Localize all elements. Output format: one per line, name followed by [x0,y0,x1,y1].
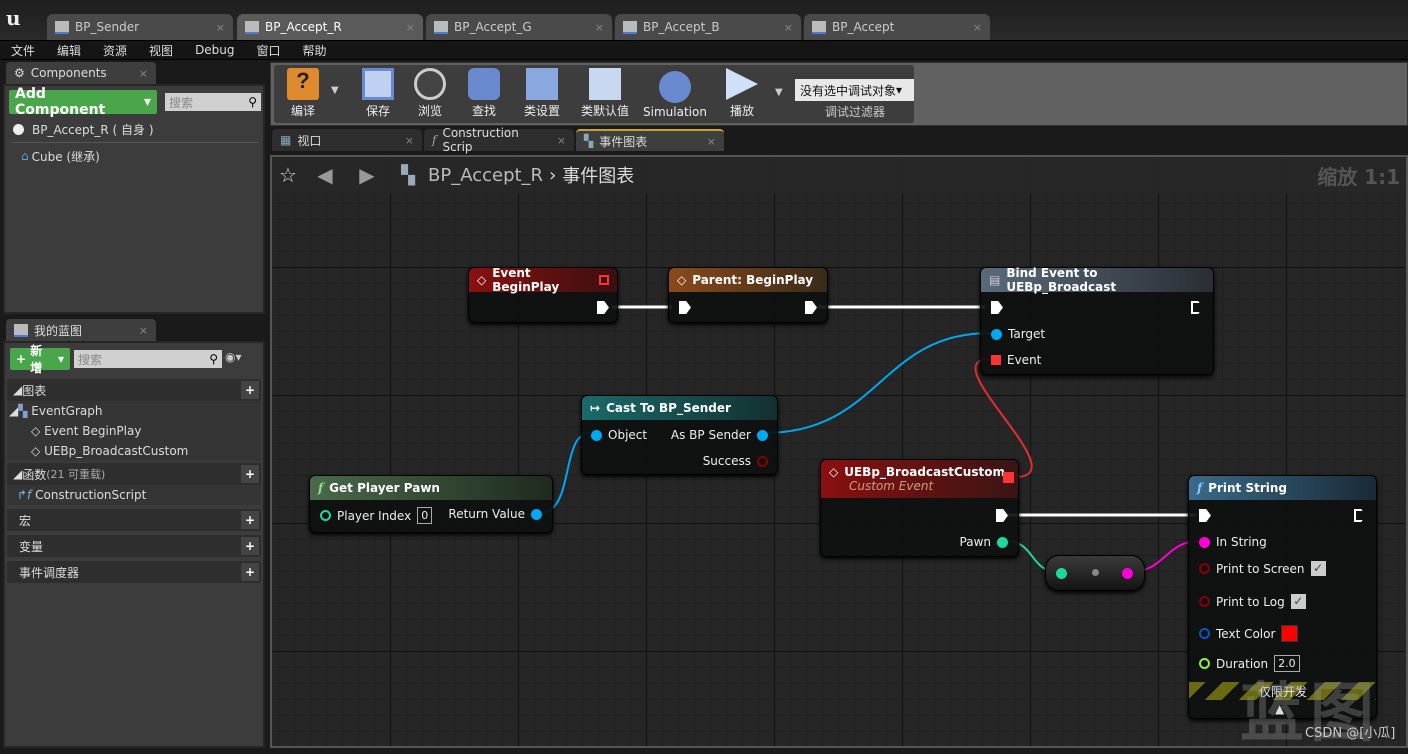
event-icon: ◇ [477,273,487,287]
object-wire [763,332,991,434]
exec-in-pin[interactable] [1199,509,1211,522]
credit-text: CSDN @[小瓜] [1305,726,1396,741]
in-string-pin[interactable] [1199,536,1210,548]
print-to-screen-pin[interactable] [1199,563,1210,574]
conversion-out-pin[interactable] [1122,568,1133,579]
duration-pin[interactable] [1199,658,1210,669]
node-parent-beginplay[interactable]: ◇ Parent: BeginPlay [668,267,828,323]
exec-in-pin[interactable] [991,301,1003,314]
exec-out-pin[interactable] [597,301,609,314]
return-value-pin[interactable] [531,508,542,520]
event-icon: ◇ [677,273,687,287]
exec-in-pin[interactable] [679,301,691,314]
node-get-player-pawn[interactable]: f Get Player Pawn Player Index 0 Return Va… [309,475,553,533]
custom-event-icon: ◇ [829,465,839,479]
cast-icon: ↦ [590,401,601,415]
conversion-dot [1092,569,1099,576]
object-pin[interactable] [591,429,602,441]
player-index-pin[interactable] [320,510,331,521]
print-to-log-checkbox[interactable]: ✓ [1290,594,1306,609]
event-pin[interactable] [991,355,1001,365]
function-icon: f [318,481,324,495]
node-bind-event[interactable]: ▤ Bind Event to UEBp_Broadcast Target Eve… [980,266,1214,375]
text-color-swatch[interactable] [1281,625,1299,642]
exec-out-pin[interactable] [1191,301,1203,314]
exec-out-pin[interactable] [996,509,1008,522]
exec-out-pin[interactable] [805,301,817,314]
as-bp-sender-pin[interactable] [757,429,768,441]
print-to-screen-checkbox[interactable]: ✓ [1310,561,1326,576]
target-pin[interactable] [991,328,1002,340]
node-custom-event[interactable]: ◇ UEBp_BroadcastCustom Custom Event Pawn [820,459,1019,557]
delegate-pin[interactable] [599,275,609,285]
node-conversion[interactable] [1045,555,1145,591]
conversion-in-pin[interactable] [1056,568,1067,579]
text-color-pin[interactable] [1199,628,1210,639]
function-icon: ▤ [989,273,1001,287]
function-icon: f [1197,481,1203,495]
node-event-beginplay[interactable]: ◇ Event BeginPlay [468,266,618,323]
print-to-log-pin[interactable] [1199,596,1210,607]
pawn-pin[interactable] [997,536,1008,548]
success-pin[interactable] [757,455,768,467]
delegate-pin[interactable] [1003,472,1014,483]
exec-out-pin[interactable] [1354,509,1366,522]
player-index-input[interactable]: 0 [417,507,433,524]
node-cast-to-bp-sender[interactable]: ↦ Cast To BP_Sender Object As BP Sender S… [581,395,778,475]
